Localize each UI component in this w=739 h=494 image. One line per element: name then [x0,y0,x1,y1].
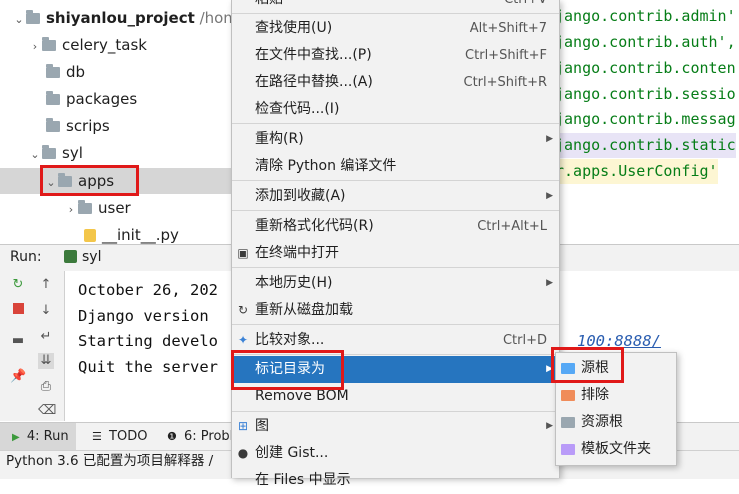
arrow-down-icon[interactable]: ↓ [38,303,54,319]
code-line: jango.contrib.messag [555,110,736,128]
menu-separator [232,210,559,211]
menu-item-replace-in-path[interactable]: 在路径中替换...(A) Ctrl+Shift+R [232,69,559,96]
layout-icon[interactable]: ▬ [10,333,26,349]
console-line: Django version [78,307,209,325]
print-icon[interactable]: ⎙ [38,379,54,395]
code-line: jango.contrib.static [555,133,736,158]
tree-item-celery-task[interactable]: › celery_task [28,32,147,58]
folder-icon [26,10,40,24]
menu-separator [232,324,559,325]
submenu-arrow-icon: ▶ [546,134,553,144]
status-text: Python 3.6 已配置为项目解释器 / [6,453,214,469]
run-toolbar-side: ↻ ↑ ↓ ▬ ↵ ⇊ ⎙ 📌 ⌫ [0,271,65,421]
clear-icon[interactable]: ⌫ [38,403,56,419]
tree-item-label: packages [66,90,138,108]
menu-item-find-usages[interactable]: 查找使用(U) Alt+Shift+7 [232,15,559,42]
console-line: Quit the server [78,358,218,376]
play-icon: ▶ [12,432,20,443]
resource-root-folder-icon [561,417,575,428]
tab-todo[interactable]: ☰ TODO [92,423,147,451]
tab-problems[interactable]: ❶ 6: Probl [167,423,233,451]
chevron-right-icon[interactable]: › [28,34,42,60]
rerun-icon[interactable]: ↻ [10,277,26,293]
submenu-item-resource-root[interactable]: 资源根 [556,409,676,436]
menu-item-paste[interactable]: 粘贴 Ctrl+V [232,0,559,13]
menu-separator [232,180,559,181]
tree-item-label: user [98,199,131,217]
menu-item-find-in-files[interactable]: 在文件中查找...(P) Ctrl+Shift+F [232,42,559,69]
run-label: Run: [10,249,42,265]
pin-icon[interactable]: 📌 [10,369,26,385]
menu-separator [232,13,559,14]
warning-icon: ❶ [167,430,177,443]
project-name: shiyanlou_project [46,9,195,27]
console-line: October 26, 202 [78,281,218,299]
tree-item-packages[interactable]: packages [32,86,137,112]
arrow-up-icon[interactable]: ↑ [38,277,54,293]
folder-icon [78,200,92,214]
menu-separator [232,411,559,412]
menu-item-reload-from-disk[interactable]: ↻ 重新从磁盘加载 [232,297,559,324]
menu-item-add-to-favorites[interactable]: 添加到收藏(A) ▶ [232,183,559,210]
tree-item-label: scrips [66,117,110,135]
menu-item-refactor[interactable]: 重构(R) ▶ [232,126,559,153]
menu-item-show-in-files[interactable]: 在 Files 中显示 [232,467,559,494]
soft-wrap-icon[interactable]: ↵ [38,329,54,345]
submenu-item-excluded[interactable]: 排除 [556,382,676,409]
submenu-item-template-folder[interactable]: 模板文件夹 [556,436,676,463]
excluded-folder-icon [561,390,575,401]
python-run-icon [64,250,77,263]
tree-item-label: syl [62,144,83,162]
template-folder-icon [561,444,575,455]
annotation-red-box-sources-root [551,347,624,383]
menu-item-diagrams[interactable]: ⊞ 图 ▶ [232,413,559,440]
run-tab-syl[interactable]: syl [82,249,101,265]
tree-item-db[interactable]: db [32,59,85,85]
submenu-arrow-icon: ▶ [546,191,553,201]
code-editor[interactable]: jango.contrib.admin' jango.contrib.auth'… [555,0,739,240]
tab-run[interactable]: ▶ 4: Run [0,423,76,451]
code-line: jango.contrib.conten [555,59,736,77]
menu-item-local-history[interactable]: 本地历史(H) ▶ [232,270,559,297]
list-icon: ☰ [92,430,102,443]
folder-icon [46,118,60,132]
menu-item-create-gist[interactable]: ● 创建 Gist... [232,440,559,467]
folder-icon [46,64,60,78]
menu-item-reformat-code[interactable]: 重新格式化代码(R) Ctrl+Alt+L [232,213,559,240]
folder-icon [42,37,56,51]
menu-item-clean-python-compiled[interactable]: 清除 Python 编译文件 [232,153,559,180]
menu-item-inspect-code[interactable]: 检查代码...(I) [232,96,559,123]
submenu-arrow-icon: ▶ [546,421,553,431]
reload-icon: ↻ [237,303,249,317]
submenu-arrow-icon: ▶ [546,278,553,288]
code-line: jango.contrib.admin' [555,7,736,25]
tree-item-syl[interactable]: ⌄ syl [28,140,83,166]
github-icon: ● [237,446,249,460]
python-file-icon [84,229,96,242]
diagram-icon: ⊞ [237,419,249,433]
console-line: Starting develo [78,332,218,350]
stop-icon[interactable] [10,303,26,319]
menu-item-open-in-terminal[interactable]: ▣ 在终端中打开 [232,240,559,267]
context-menu: 粘贴 Ctrl+V 查找使用(U) Alt+Shift+7 在文件中查找...(… [231,0,560,488]
tree-item-label: db [66,63,86,81]
menu-separator [232,123,559,124]
scroll-to-end-icon[interactable]: ⇊ [38,353,54,369]
terminal-icon: ▣ [237,246,249,260]
chevron-down-icon[interactable]: ⌄ [12,7,26,33]
chevron-right-icon[interactable]: › [64,197,78,223]
menu-separator [232,267,559,268]
code-line: r.apps.UserConfig' [555,159,718,184]
tree-item-scrips[interactable]: scrips [32,113,110,139]
tree-item-user[interactable]: › user [64,195,131,221]
tree-item-project-root[interactable]: ⌄ shiyanlou_project /hom [12,5,238,31]
tree-item-label: celery_task [62,36,147,54]
folder-icon [46,91,60,105]
code-line: jango.contrib.auth', [555,33,736,51]
tree-item-label: __init__.py [102,226,179,244]
annotation-red-box-mark-directory [231,350,344,390]
code-line: jango.contrib.sessio [555,85,736,103]
folder-icon [42,145,56,159]
annotation-red-box-apps [40,165,139,196]
